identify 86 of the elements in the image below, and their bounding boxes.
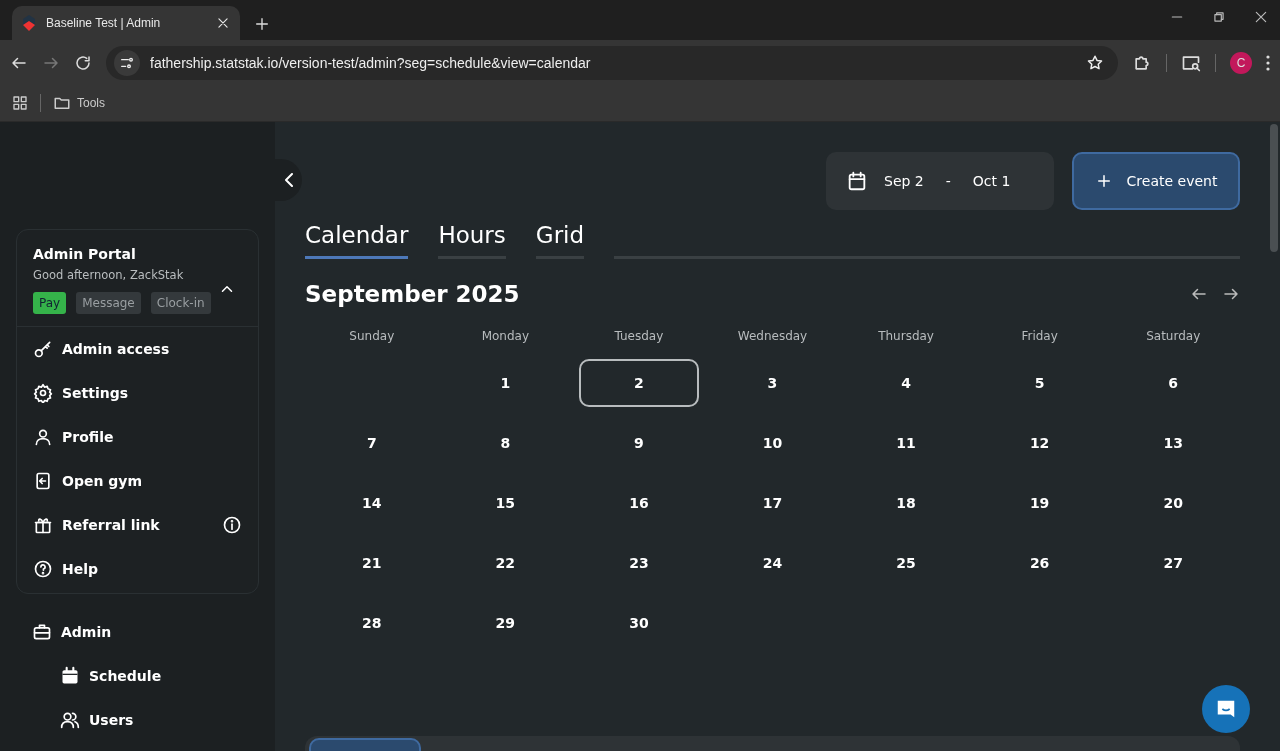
- date-range-picker[interactable]: Sep 2 - Oct 1: [826, 152, 1054, 210]
- day-cell[interactable]: 7: [311, 419, 432, 467]
- calendar-icon: [60, 666, 80, 686]
- create-event-button[interactable]: Create event: [1072, 152, 1240, 210]
- action-button[interactable]: Clock-in: [150, 292, 211, 314]
- restore-icon: [1212, 10, 1226, 24]
- help-icon: [33, 559, 53, 579]
- menu-item[interactable]: Referral link: [62, 517, 213, 533]
- day-cell[interactable]: 26: [979, 539, 1100, 587]
- plus-icon: [254, 16, 270, 32]
- day-cell[interactable]: 8: [445, 419, 566, 467]
- shield-icon: [22, 15, 36, 31]
- day-cell[interactable]: 15: [445, 479, 566, 527]
- star-icon: [1086, 53, 1104, 72]
- day-cell[interactable]: 27: [1113, 539, 1234, 587]
- weekday-label: Saturday: [1145, 328, 1202, 345]
- close-icon: [1254, 10, 1268, 24]
- collapse-button[interactable]: [275, 159, 302, 201]
- day-cell[interactable]: 14: [311, 479, 432, 527]
- portal-title: Admin Portal: [33, 246, 137, 262]
- key-icon: [33, 339, 53, 359]
- day-cell[interactable]: 28: [311, 599, 432, 647]
- weekday-label: Friday: [1020, 328, 1059, 345]
- day-cell[interactable]: 12: [979, 419, 1100, 467]
- month-title: September 2025: [305, 281, 521, 307]
- day-cell[interactable]: 9: [578, 419, 699, 467]
- weekday-label: Monday: [480, 328, 531, 345]
- info-icon: [222, 515, 242, 535]
- day-cell[interactable]: 25: [846, 539, 967, 587]
- view-tab[interactable]: Hours: [438, 218, 506, 259]
- menu-item[interactable]: Admin access: [62, 341, 242, 357]
- day-cell[interactable]: 4: [846, 359, 967, 407]
- menu-item[interactable]: Help: [62, 561, 242, 577]
- gift-icon: [33, 515, 53, 535]
- users-icon: [60, 710, 80, 730]
- chat-icon: [1215, 698, 1237, 720]
- more-icon[interactable]: [1266, 54, 1270, 71]
- chat-button[interactable]: [1202, 685, 1250, 733]
- weekday-label: Tuesday: [613, 328, 665, 345]
- menu-item[interactable]: Open gym: [62, 473, 242, 489]
- day-cell[interactable]: 21: [311, 539, 432, 587]
- day-cell[interactable]: 11: [846, 419, 967, 467]
- briefcase-icon: [32, 622, 52, 642]
- weekday-label: Thursday: [877, 328, 935, 345]
- nav-item[interactable]: Users: [89, 712, 243, 728]
- day-cell[interactable]: 1: [445, 359, 566, 407]
- day-cell[interactable]: 16: [578, 479, 699, 527]
- day-cell[interactable]: 10: [712, 419, 833, 467]
- chevron-left-icon: [284, 173, 293, 187]
- calendar-icon: [846, 170, 868, 192]
- day-cell[interactable]: 30: [578, 599, 699, 647]
- day-cell[interactable]: 17: [712, 479, 833, 527]
- day-cell[interactable]: 23: [578, 539, 699, 587]
- section-title[interactable]: Admin: [61, 624, 243, 640]
- bookmark-label[interactable]: Tools: [77, 96, 105, 110]
- day-cell[interactable]: 29: [445, 599, 566, 647]
- day-cell[interactable]: 20: [1113, 479, 1234, 527]
- browser-tab[interactable]: Baseline Test | Admin: [12, 6, 240, 40]
- view-tab[interactable]: Calendar: [305, 218, 409, 259]
- day-cell[interactable]: 5: [979, 359, 1100, 407]
- day-cell[interactable]: 18: [846, 479, 967, 527]
- menu-item[interactable]: Profile: [62, 429, 242, 445]
- day-cell[interactable]: 22: [445, 539, 566, 587]
- person-icon: [33, 427, 53, 447]
- action-button[interactable]: Message: [76, 292, 141, 314]
- scrollbar[interactable]: [1270, 124, 1278, 252]
- menu-item[interactable]: Settings: [62, 385, 242, 401]
- apps-icon: [12, 95, 28, 111]
- door-icon: [33, 471, 53, 491]
- close-icon: [216, 16, 230, 30]
- profile-avatar[interactable]: C: [1230, 51, 1252, 74]
- day-cell[interactable]: 24: [712, 539, 833, 587]
- weekday-label: Wednesday: [736, 328, 809, 345]
- day-cell[interactable]: 13: [1113, 419, 1234, 467]
- view-tab[interactable]: Grid: [535, 218, 585, 259]
- day-cell[interactable]: 3: [712, 359, 833, 407]
- day-cell[interactable]: 2: [578, 359, 699, 407]
- greeting-text: Good afternoon, ZackStak: [33, 268, 185, 282]
- settings-icon: [33, 383, 53, 403]
- weekday-label: Sunday: [348, 328, 396, 345]
- pay-button[interactable]: Pay: [33, 292, 67, 314]
- address-bar[interactable]: fathership.statstak.io/version-test/admin?seg=schedule&view=calendar: [106, 45, 1118, 80]
- reload-icon: [74, 53, 92, 72]
- day-cell[interactable]: 6: [1113, 359, 1234, 407]
- nav-item[interactable]: Schedule: [89, 668, 243, 684]
- day-cell[interactable]: 19: [979, 479, 1100, 527]
